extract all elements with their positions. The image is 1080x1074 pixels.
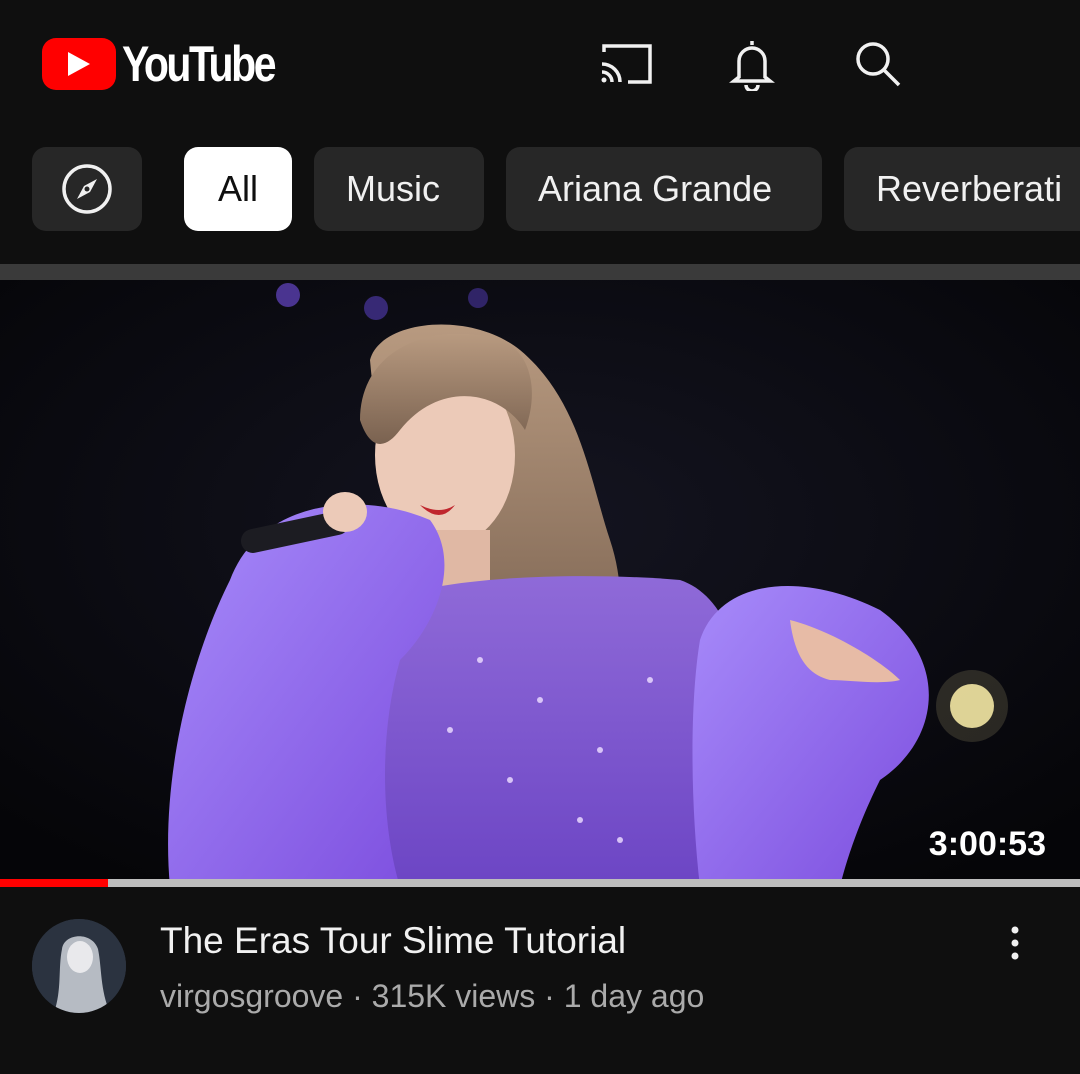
more-options-icon[interactable] <box>990 918 1040 968</box>
compass-icon <box>62 164 112 214</box>
chip-label: Reverberati <box>876 168 1063 209</box>
filter-chip-bar: All Music Ariana Grande Reverberati <box>0 147 1080 231</box>
chip-label: Ariana Grande <box>538 168 773 209</box>
youtube-logo[interactable]: YouTube <box>42 36 307 92</box>
cast-icon[interactable] <box>596 36 656 92</box>
chip-label: All <box>217 168 258 209</box>
watch-progress-bar <box>0 879 1080 887</box>
avatar-image <box>32 919 126 1013</box>
video-thumbnail[interactable] <box>0 280 1080 887</box>
search-icon[interactable] <box>848 36 908 92</box>
section-divider <box>0 264 1080 280</box>
video-title[interactable]: The Eras Tour Slime Tutorial <box>160 920 626 962</box>
channel-avatar[interactable] <box>32 919 126 1013</box>
chip-music[interactable]: Music <box>314 147 484 231</box>
logo-text: YouTube <box>122 36 277 92</box>
top-app-bar: YouTube <box>0 0 1080 130</box>
thumbnail-image <box>0 280 1080 887</box>
video-duration: 3:00:53 <box>928 825 1046 863</box>
chip-ariana-grande[interactable]: Ariana Grande <box>506 147 822 231</box>
bell-icon[interactable] <box>722 36 782 92</box>
explore-button[interactable] <box>32 147 142 231</box>
chip-label: Music <box>346 168 441 209</box>
chip-all[interactable]: All <box>184 147 292 231</box>
watch-progress-fill <box>0 879 108 887</box>
chip-reverberation[interactable]: Reverberati <box>844 147 1080 231</box>
video-meta: virgosgroove · 315K views · 1 day ago <box>160 978 705 1014</box>
youtube-play-icon <box>42 38 116 90</box>
